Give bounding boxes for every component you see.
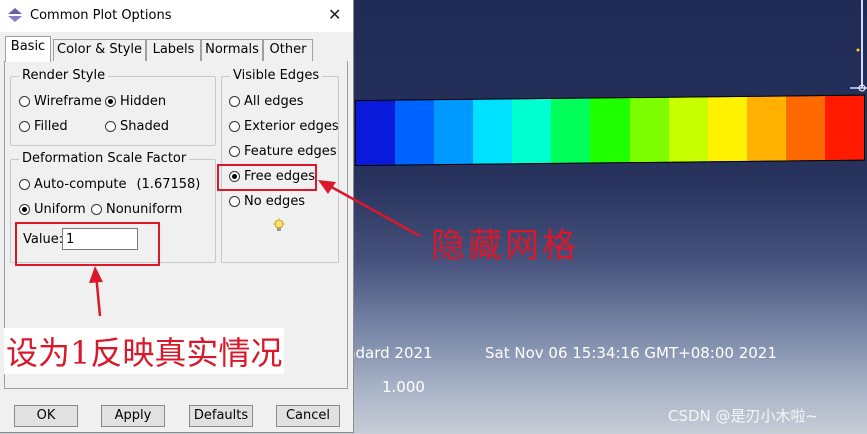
radio-nonuniform[interactable]: Nonuniform	[91, 202, 182, 217]
radio-feature-edges[interactable]: Feature edges	[229, 144, 337, 159]
close-icon[interactable]: ✕	[328, 5, 341, 24]
mesh-tip-graphic	[850, 0, 867, 92]
radio-hidden[interactable]: Hidden	[105, 94, 166, 109]
contour-beam	[355, 94, 865, 166]
radio-label: Hidden	[120, 94, 167, 109]
contour-band	[473, 99, 515, 164]
render-style-group: Render Style	[10, 68, 216, 146]
radio-circle-icon	[105, 121, 116, 132]
radio-label: Shaded	[120, 119, 169, 134]
set-to-one-annotation: 设为1反映真实情况	[4, 328, 285, 374]
status-date: Sat Nov 06 15:34:16 GMT+08:00 2021	[485, 344, 777, 362]
defaults-button[interactable]: Defaults	[189, 405, 253, 427]
radio-circle-icon	[229, 196, 240, 207]
radio-label: Auto-compute	[34, 177, 127, 192]
contour-band	[356, 100, 398, 165]
auto-compute-value: (1.67158)	[136, 177, 201, 192]
radio-no-edges[interactable]: No edges	[229, 194, 305, 209]
tab-basic[interactable]: Basic	[5, 36, 51, 62]
render-style-title: Render Style	[19, 68, 109, 83]
radio-circle-icon	[229, 121, 240, 132]
contour-band	[707, 96, 749, 162]
hide-mesh-annotation: 隐藏网格	[431, 226, 579, 266]
radio-label: Nonuniform	[106, 202, 183, 217]
value-highlight	[15, 222, 160, 266]
dialog-title: Common Plot Options	[30, 8, 172, 23]
ok-button[interactable]: OK	[14, 405, 78, 427]
tab-other[interactable]: Other	[263, 39, 313, 61]
status-text-left: ndard 2021	[346, 344, 433, 362]
deformation-scale-title: Deformation Scale Factor	[19, 151, 190, 166]
radio-label: Wireframe	[34, 94, 102, 109]
contour-band	[434, 99, 476, 165]
radio-label: No edges	[244, 194, 306, 209]
radio-exterior-edges[interactable]: Exterior edges	[229, 119, 339, 134]
tab-color-style[interactable]: Color & Style	[53, 39, 146, 61]
radio-wireframe[interactable]: Wireframe	[19, 94, 102, 109]
contour-band	[746, 96, 788, 161]
contour-band	[551, 98, 593, 163]
apply-button[interactable]: Apply	[101, 405, 165, 427]
radio-circle-icon	[229, 96, 240, 107]
cancel-button[interactable]: Cancel	[276, 405, 340, 427]
contour-band	[668, 97, 710, 162]
radio-selected-icon	[105, 96, 116, 107]
radio-all-edges[interactable]: All edges	[229, 94, 304, 109]
radio-shaded[interactable]: Shaded	[105, 119, 169, 134]
radio-selected-icon	[19, 204, 30, 215]
radio-label: Exterior edges	[244, 119, 339, 134]
visible-edges-title: Visible Edges	[230, 68, 323, 83]
free-edges-highlight	[217, 164, 317, 191]
contour-band	[824, 95, 865, 161]
radio-label: Feature edges	[244, 144, 337, 159]
radio-circle-icon	[229, 146, 240, 157]
csdn-watermark: CSDN @是刃小木啦~	[668, 407, 819, 425]
contour-band	[395, 100, 437, 165]
radio-circle-icon	[19, 179, 30, 190]
lightbulb-icon[interactable]	[272, 218, 286, 234]
contour-band	[512, 98, 554, 164]
dialog-titlebar[interactable]: Common Plot Options ✕	[0, 0, 353, 32]
tab-normals[interactable]: Normals	[201, 39, 263, 61]
contour-band	[785, 96, 827, 161]
radio-label: Uniform	[34, 202, 86, 217]
radio-circle-icon	[19, 96, 30, 107]
radio-label: All edges	[244, 94, 304, 109]
tab-labels[interactable]: Labels	[146, 39, 201, 61]
radio-label: Filled	[34, 119, 68, 134]
scale-text: 1.000	[382, 378, 425, 396]
radio-filled[interactable]: Filled	[19, 119, 68, 134]
contour-band	[629, 97, 671, 163]
radio-circle-icon	[91, 204, 102, 215]
radio-uniform[interactable]: Uniform	[19, 202, 86, 217]
radio-auto-compute[interactable]: Auto-compute (1.67158)	[19, 177, 200, 192]
contour-band	[590, 98, 632, 163]
plot-options-icon	[8, 8, 22, 22]
radio-circle-icon	[19, 121, 30, 132]
